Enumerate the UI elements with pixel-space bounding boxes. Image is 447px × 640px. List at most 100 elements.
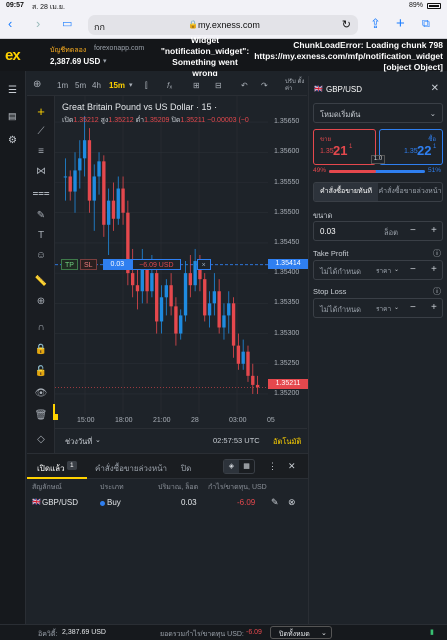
orders-icon[interactable]: ▤ [8, 111, 17, 122]
menu-icon[interactable]: ☰ [8, 85, 17, 96]
buy-button[interactable]: ซื้อ 1.35 22 1 [379, 129, 443, 165]
tf-15m[interactable]: 15m [109, 81, 125, 90]
close-position-icon[interactable]: ⊗ [288, 497, 296, 508]
ios-status-bar: 09:57 ส. 28 เม.ย. 89% [0, 0, 447, 12]
trash-icon[interactable]: 🗑 [27, 410, 55, 422]
table-row[interactable]: 🇬🇧 GBP/USD Buy 0.03 -6.09 ✎ ⊗ [27, 493, 308, 513]
crosshair-icon[interactable]: + [27, 105, 55, 118]
sell-button[interactable]: ขาย 1.35 21 1 [313, 129, 376, 165]
tab-market-order[interactable]: คำสั่งซื้อขายทันที [314, 183, 378, 201]
tf-chevron-icon[interactable]: ▾ [129, 81, 133, 89]
date-range-button[interactable]: ช่วงวันที่ [65, 436, 92, 448]
volume-input[interactable]: 0.03 ล็อต − + [313, 221, 443, 241]
more-icon[interactable]: ⋮ [268, 461, 277, 472]
balance-chevron-icon[interactable]: ▾ [103, 57, 107, 65]
text-icon[interactable]: T [27, 230, 55, 242]
buy-dot-icon [100, 501, 105, 506]
template-icon[interactable]: ⊟ [215, 81, 222, 90]
tf-1m[interactable]: 1m [57, 81, 68, 90]
pattern-icon[interactable]: ⋈ [27, 166, 55, 178]
candle-body [73, 170, 77, 192]
sl-input[interactable]: ไม่ได้กำหนด ราคา ⌄ − + [313, 298, 443, 318]
time-axis[interactable]: 15:00 18:00 21:00 28 03:00 05 [55, 414, 307, 428]
total-pl-label: ยอดรวมกำไร/ขาดทุน USD: [160, 631, 244, 638]
collapse-icon[interactable]: ◇ [27, 434, 55, 446]
close-all-button[interactable]: ปิดทั้งหมด ⌄ [270, 626, 332, 639]
tp-minus-button[interactable]: − [410, 264, 416, 275]
volume-minus-button[interactable]: − [410, 225, 416, 236]
tab-pending-positions[interactable]: คำสั่งซื้อขายล่วงหน้า [95, 462, 167, 475]
back-icon[interactable]: ‹ [8, 16, 12, 32]
candle-body [255, 384, 260, 388]
utc-clock[interactable]: 02:57:53 UTC [213, 436, 260, 445]
position-sl[interactable]: SL [79, 259, 97, 270]
tp-info-icon[interactable]: ⓘ [433, 248, 441, 259]
undo-icon[interactable]: ↶ [241, 81, 248, 90]
brush-icon[interactable]: ✎ [27, 210, 55, 222]
eye-icon[interactable]: 👁 [27, 388, 55, 400]
symbol-flag-icon: 🇬🇧 [314, 86, 323, 93]
reload-icon[interactable]: ↻ [342, 18, 351, 31]
lock-all-icon[interactable]: 🔓 [27, 366, 55, 378]
view-list-icon[interactable]: ▦ [239, 460, 254, 473]
positions-close-icon[interactable]: ✕ [288, 461, 296, 472]
sl-minus-button[interactable]: − [410, 302, 416, 313]
view-toggle: ◈ ▦ [223, 459, 255, 474]
total-pl-value: -6.09 [246, 629, 262, 636]
auto-scale-button[interactable]: อัตโนมัติ [273, 436, 301, 448]
emoji-icon[interactable]: ☺ [27, 250, 55, 262]
sl-plus-button[interactable]: + [431, 302, 437, 313]
redo-icon[interactable]: ↷ [261, 81, 268, 90]
chart-settings-label[interactable]: ปรับ ตั้งค่า [285, 79, 307, 93]
ruler-icon[interactable]: 📏 [27, 276, 55, 288]
tf-4h[interactable]: 4h [92, 81, 101, 90]
row-type: Buy [107, 498, 121, 507]
reader-aa[interactable]: กก [94, 20, 105, 34]
view-grouped-icon[interactable]: ◈ [224, 460, 239, 473]
header-balance[interactable]: 2,387.69 USD [50, 57, 100, 66]
price-tick-label: 1.35450 [274, 238, 300, 246]
settings-gear-icon[interactable]: ⚙ [8, 135, 17, 146]
edit-position-icon[interactable]: ✎ [271, 497, 279, 508]
position-tp[interactable]: TP [61, 259, 78, 270]
forward-icon[interactable]: › [36, 16, 40, 32]
mode-select[interactable]: โหมดเริ่มต้น ⌄ [313, 103, 443, 123]
order-type-tabs: คำสั่งซื้อขายทันที คำสั่งซื้อขายล่วงหน้า [313, 182, 443, 202]
chart-type-icon[interactable]: ⫿ [145, 81, 148, 91]
price-axis[interactable]: 1.35650 1.35600 1.35550 1.35500 1.35450 1.354… [268, 96, 308, 414]
zoom-in-icon[interactable]: ⊕ [27, 296, 55, 308]
indicators-icon[interactable]: 𝑓ₓ [167, 81, 172, 91]
position-line-tags[interactable]: TP SL 0.03 −6.09 USD × [61, 259, 211, 270]
status-time: 09:57 [6, 2, 24, 9]
order-panel: 🇬🇧 GBP/USD ✕ โหมดเริ่มต้น ⌄ ขาย 1.35 21 … [308, 76, 447, 624]
tp-input[interactable]: ไม่ได้กำหนด ราคา ⌄ − + [313, 260, 443, 280]
position-volume[interactable]: 0.03 [102, 259, 133, 270]
exness-logo[interactable]: ex [5, 47, 21, 64]
tp-plus-button[interactable]: + [431, 264, 437, 275]
tabs-icon[interactable]: ⧉ [422, 16, 430, 32]
tab-closed-positions[interactable]: ปิด [181, 462, 191, 475]
fib-icon[interactable]: ⩶ [27, 188, 55, 200]
date-range-chevron-icon[interactable]: ⌄ [95, 436, 101, 444]
sentiment-bar [329, 170, 425, 173]
add-indicator-icon[interactable]: ⊕ [33, 79, 41, 90]
candle-body [97, 161, 101, 177]
tf-5m[interactable]: 5m [75, 81, 86, 90]
bookmarks-icon[interactable]: ▭ [62, 16, 72, 32]
tab-pending-order[interactable]: คำสั่งซื้อขายล่วงหน้า [378, 183, 442, 201]
row-flag-icon: 🇬🇧 [32, 499, 41, 506]
hlines-icon[interactable]: ≡ [27, 146, 55, 158]
close-all-chevron-icon: ⌄ [321, 630, 327, 637]
tab-open-positions[interactable]: เปิดแล้ว 1 [27, 454, 87, 479]
trendline-icon[interactable]: ⟋ [27, 126, 55, 138]
sl-info-icon[interactable]: ⓘ [433, 286, 441, 297]
url-bar[interactable]: กก 🔒 my.exness.com ↻ [88, 15, 358, 35]
position-close-button[interactable]: × [196, 259, 211, 270]
magnet-icon[interactable]: ∩ [27, 322, 55, 334]
lock-drawings-icon[interactable]: 🔒 [27, 344, 55, 356]
new-tab-icon[interactable]: + [396, 16, 405, 32]
share-icon[interactable]: ⇪ [370, 16, 381, 32]
panel-close-icon[interactable]: ✕ [431, 83, 439, 94]
layout-icon[interactable]: ⊞ [193, 81, 200, 90]
volume-plus-button[interactable]: + [431, 225, 437, 236]
